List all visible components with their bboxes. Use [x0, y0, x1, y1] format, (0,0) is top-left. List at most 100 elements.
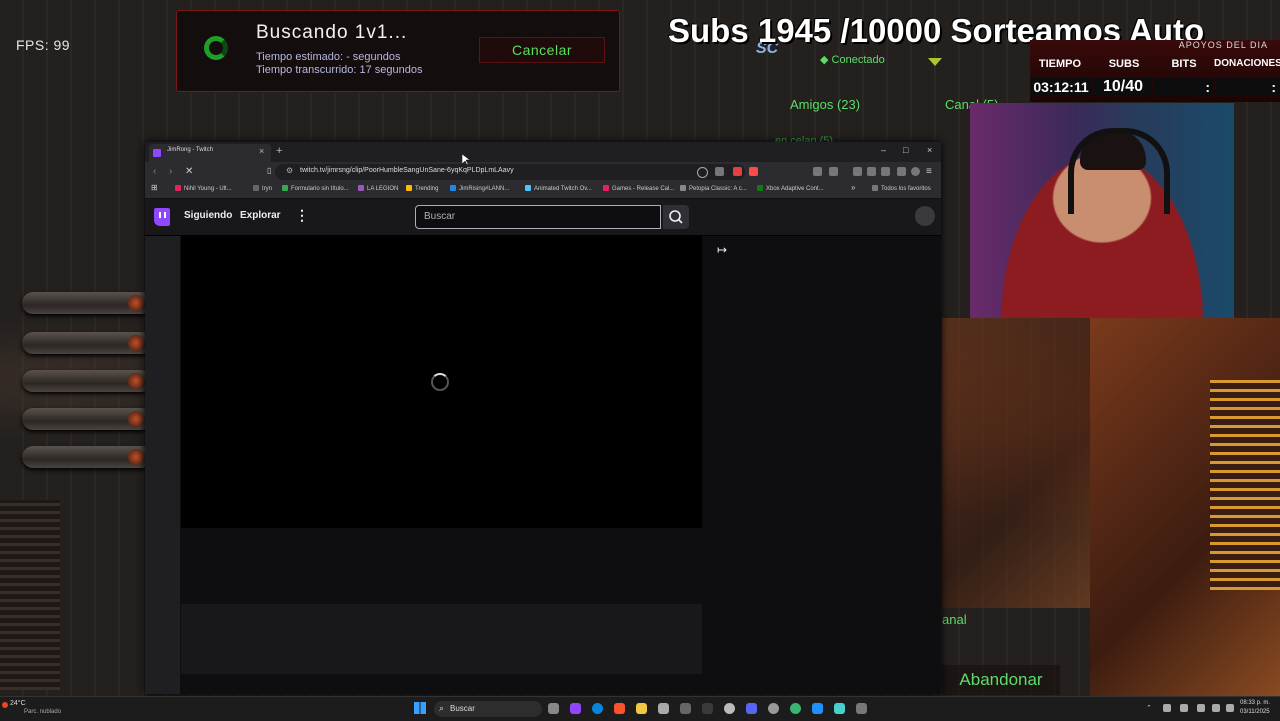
pipe-decoration	[22, 446, 152, 468]
bookmark-item[interactable]: tryn	[253, 185, 272, 192]
menu-icon[interactable]: ≡	[926, 166, 932, 177]
bookmark-label: Games - Release Cal...	[612, 186, 675, 192]
more-bookmarks-icon[interactable]: »	[851, 183, 855, 192]
browser-tab[interactable]: JimRong - Twitch ×	[149, 144, 271, 162]
stream-stats-panel: APOYOS DEL DIA TIEMPO SUBS BITS DONACION…	[1030, 40, 1280, 102]
volume-icon[interactable]	[1226, 704, 1234, 712]
avatar[interactable]	[915, 206, 935, 226]
nav-explore-link[interactable]: Explorar	[240, 210, 281, 221]
bookmark-icon[interactable]: ▯	[267, 166, 271, 175]
bookmark-favicon-icon	[406, 185, 412, 191]
url-text[interactable]: twitch.tv/jimrsng/clip/PoorHumbleSangUnS…	[300, 167, 514, 174]
zoom-icon[interactable]	[697, 167, 708, 178]
nav-following-link[interactable]: Siguiendo	[184, 210, 232, 221]
network-icon[interactable]	[1197, 704, 1205, 712]
app-icon[interactable]	[724, 703, 735, 714]
clock-date[interactable]: 03/11/2025	[1240, 709, 1270, 715]
navigation-bar: ‹ › ✕ ▯ ⚙ twitch.tv/jimrsng/clip/PoorHum…	[145, 162, 941, 182]
site-info-icon[interactable]: ⚙	[286, 166, 293, 175]
discord-icon[interactable]	[746, 703, 757, 714]
search-input[interactable]: Buscar	[415, 205, 661, 229]
weather-icon	[2, 702, 8, 708]
bookmark-item[interactable]: Animated Twitch Ov...	[525, 185, 592, 192]
twitch-top-nav: Siguiendo Explorar ⋮ Buscar	[145, 199, 941, 236]
maximize-button[interactable]: □	[903, 145, 908, 155]
video-player[interactable]	[181, 236, 702, 528]
bookmark-item[interactable]: Xbox Adaptive Cont...	[757, 185, 824, 192]
tab-friends[interactable]: Amigos (23)	[790, 97, 860, 112]
bookmark-label: Formulario sin título...	[291, 186, 349, 192]
weather-temp[interactable]: 24°C	[10, 700, 26, 707]
twitch-favicon-icon	[153, 149, 161, 157]
bookmark-item[interactable]: Games - Release Cal...	[603, 185, 674, 192]
twitch-logo-icon[interactable]	[154, 208, 170, 226]
brave-icon[interactable]	[614, 703, 625, 714]
clock-time[interactable]: 08:33 p. m.	[1240, 700, 1270, 706]
loading-spinner-icon	[431, 373, 449, 391]
bookmark-item[interactable]: LA LEGION	[358, 185, 398, 192]
search-icon	[669, 210, 683, 224]
more-options-icon[interactable]: ⋮	[295, 207, 309, 224]
shield-icon[interactable]	[733, 167, 742, 176]
vpn-icon[interactable]	[911, 167, 920, 176]
bookmark-item[interactable]: Trending	[406, 185, 438, 192]
tray-app-icon[interactable]	[1180, 704, 1188, 712]
sidebar-icon[interactable]	[867, 167, 876, 176]
connection-status-label: Conectado	[831, 54, 885, 66]
close-window-button[interactable]: ×	[927, 145, 932, 155]
bookmark-label: LA LEGION	[367, 186, 399, 192]
app-icon[interactable]	[702, 703, 713, 714]
wifi-icon[interactable]	[1212, 704, 1220, 712]
tab-close-icon[interactable]: ×	[259, 146, 264, 156]
back-icon[interactable]: ‹	[153, 166, 156, 177]
share-icon[interactable]	[715, 167, 724, 176]
weather-desc: Parc. nublado	[24, 709, 62, 715]
twitch-app-icon[interactable]	[570, 703, 581, 714]
tag-icon[interactable]	[897, 167, 906, 176]
bookmark-item[interactable]: Nihil Young - Ult...	[175, 185, 232, 192]
search-button[interactable]	[663, 205, 689, 229]
cancel-button[interactable]: Cancelar	[479, 37, 605, 63]
bookmark-item[interactable]: Formulario sin título...	[282, 185, 349, 192]
browser-window: JimRong - Twitch × + – □ × ‹ › ✕ ▯ ⚙ twi…	[145, 142, 941, 694]
app-icon[interactable]	[658, 703, 669, 714]
search-icon: ⌕	[439, 703, 445, 713]
app-icon[interactable]	[680, 703, 691, 714]
reload-icon[interactable]: ✕	[185, 166, 193, 177]
file-explorer-icon[interactable]	[636, 703, 647, 714]
edge-icon[interactable]	[592, 703, 603, 714]
taskbar-search[interactable]: ⌕ Buscar	[434, 701, 542, 717]
minimize-button[interactable]: –	[881, 145, 886, 155]
leave-button[interactable]: Abandonar	[942, 665, 1060, 695]
bookmark-favicon-icon	[175, 185, 181, 191]
fps-counter: FPS: 99	[16, 37, 71, 53]
start-button-icon[interactable]	[414, 702, 426, 714]
extension-icon[interactable]	[813, 167, 822, 176]
all-bookmarks[interactable]: Todos los favoritos	[872, 185, 931, 192]
tray-app-icon[interactable]	[1163, 704, 1171, 712]
apps-icon[interactable]: ⊞	[151, 183, 158, 192]
app-icon[interactable]	[790, 703, 801, 714]
app-icon[interactable]	[856, 703, 867, 714]
bookmark-label: Trending	[415, 186, 439, 192]
new-tab-button[interactable]: +	[276, 145, 282, 157]
stat-label-bits: BITS	[1171, 58, 1197, 70]
alert-extension-icon[interactable]	[749, 167, 758, 176]
tray-chevron-icon[interactable]: ⌃	[1146, 704, 1154, 712]
bookmark-label: Todos los favoritos	[881, 186, 931, 192]
stat-label-donations: DONACIONES	[1214, 58, 1280, 69]
app-icon[interactable]	[812, 703, 823, 714]
collapse-chat-icon[interactable]: ↦	[717, 243, 727, 257]
app-icon[interactable]	[834, 703, 845, 714]
bookmark-item[interactable]: JimRising#LANN...	[450, 185, 509, 192]
tab-title: JimRong - Twitch	[167, 147, 213, 153]
settings-icon[interactable]	[768, 703, 779, 714]
connection-status[interactable]: ◆ Conectado	[820, 53, 885, 66]
wallet-icon[interactable]	[881, 167, 890, 176]
forward-icon[interactable]: ›	[169, 166, 172, 177]
extension-icon[interactable]	[829, 167, 838, 176]
task-view-icon[interactable]	[548, 703, 559, 714]
bookmark-item[interactable]: Petopia Classic: A c...	[680, 185, 747, 192]
status-dropdown-icon[interactable]	[928, 58, 942, 66]
playlist-icon[interactable]	[853, 167, 862, 176]
